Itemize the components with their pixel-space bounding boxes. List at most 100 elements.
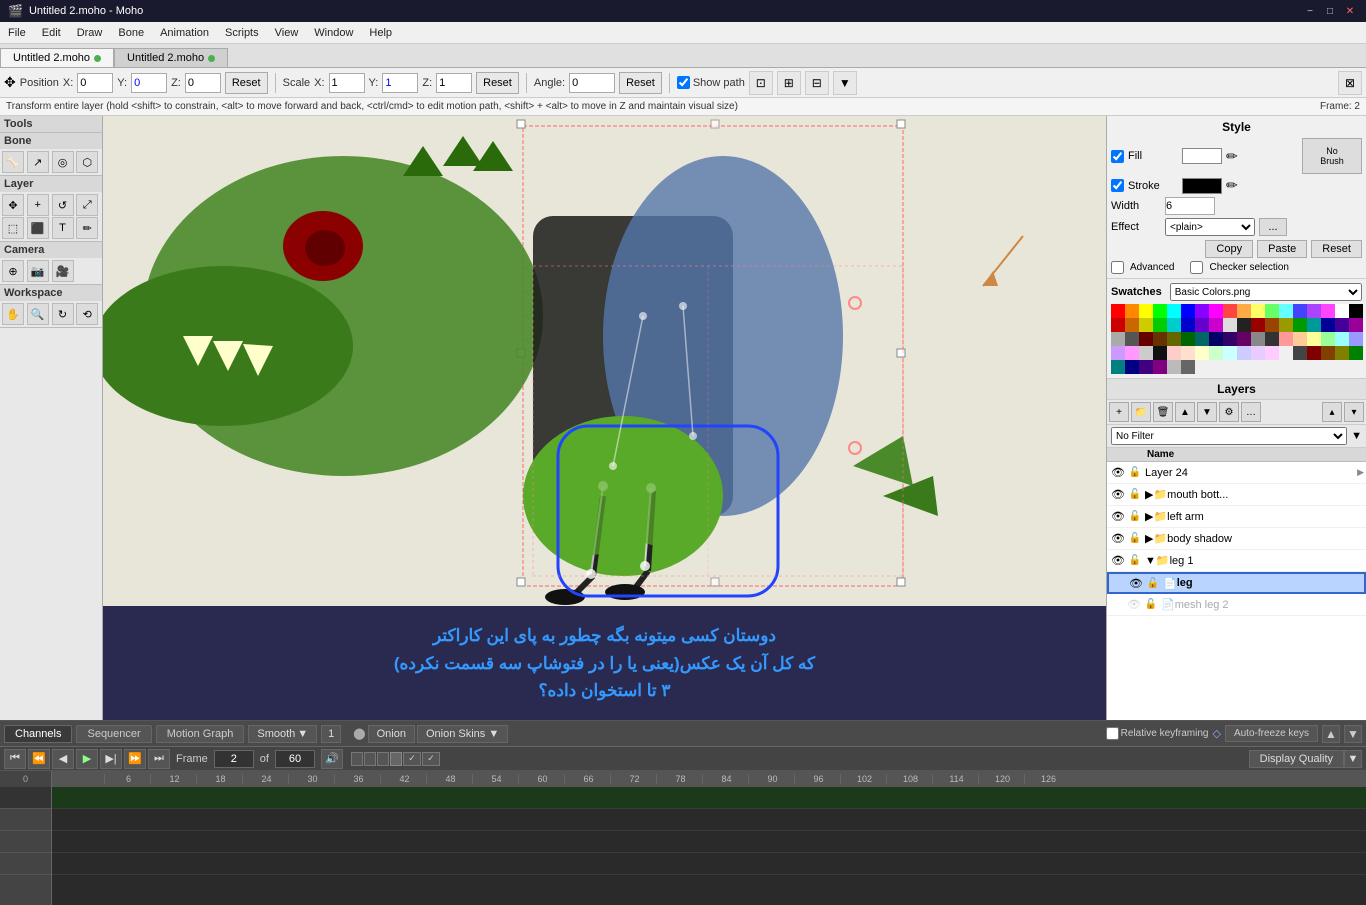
bone-tool-3[interactable]: ◎	[52, 151, 74, 173]
layer-row-bodyshadow[interactable]: 👁 🔓 ▶📁 body shadow	[1107, 528, 1366, 550]
layer-scroll-up[interactable]: ▴	[1322, 402, 1342, 422]
ws-tool-rotate[interactable]: ↻	[52, 303, 74, 325]
dq-arrow[interactable]: ▼	[1344, 750, 1362, 768]
menu-help[interactable]: Help	[361, 25, 400, 41]
toolbar-icon-2[interactable]: ⊞	[777, 71, 801, 95]
layer-row-mouthbott[interactable]: 👁 🔓 ▶📁 mouth bott...	[1107, 484, 1366, 506]
dq-label[interactable]: Display Quality	[1249, 750, 1344, 768]
color-cell-9[interactable]	[1237, 304, 1251, 318]
color-cell-4[interactable]	[1167, 304, 1181, 318]
fill-checkbox[interactable]	[1111, 150, 1124, 163]
color-cell-20[interactable]	[1139, 318, 1153, 332]
layer-tool-scale[interactable]: ⤢	[76, 194, 98, 216]
color-cell-59[interactable]	[1181, 346, 1195, 360]
color-cell-44[interactable]	[1223, 332, 1237, 346]
layer-settings-btn[interactable]: ⚙	[1219, 402, 1239, 422]
color-cell-25[interactable]	[1209, 318, 1223, 332]
menu-draw[interactable]: Draw	[69, 25, 111, 41]
color-cell-68[interactable]	[1307, 346, 1321, 360]
fill-edit-icon[interactable]: ✏	[1226, 148, 1238, 165]
layer-eye-7[interactable]: 👁	[1125, 596, 1143, 614]
color-cell-1[interactable]	[1125, 304, 1139, 318]
color-cell-65[interactable]	[1265, 346, 1279, 360]
color-cell-76[interactable]	[1167, 360, 1181, 374]
color-cell-10[interactable]	[1251, 304, 1265, 318]
onion-button[interactable]: Onion	[368, 725, 415, 743]
color-cell-43[interactable]	[1209, 332, 1223, 346]
show-path-group[interactable]: Show path	[677, 76, 745, 89]
sy-input[interactable]	[382, 73, 418, 93]
tab-motion-graph[interactable]: Motion Graph	[156, 725, 245, 743]
color-cell-54[interactable]	[1111, 346, 1125, 360]
color-cell-63[interactable]	[1237, 346, 1251, 360]
angle-input[interactable]	[569, 73, 615, 93]
toolbar-icon-3[interactable]: ⊟	[805, 71, 829, 95]
menu-view[interactable]: View	[267, 25, 307, 41]
pb-prev-frame[interactable]: ◀	[52, 749, 74, 769]
color-cell-11[interactable]	[1265, 304, 1279, 318]
color-cell-16[interactable]	[1335, 304, 1349, 318]
layer-down-btn[interactable]: ▼	[1197, 402, 1217, 422]
color-cell-40[interactable]	[1167, 332, 1181, 346]
color-cell-49[interactable]	[1293, 332, 1307, 346]
color-cell-72[interactable]	[1111, 360, 1125, 374]
show-path-checkbox[interactable]	[677, 76, 690, 89]
color-cell-13[interactable]	[1293, 304, 1307, 318]
color-cell-38[interactable]	[1139, 332, 1153, 346]
color-cell-2[interactable]	[1139, 304, 1153, 318]
smooth-num[interactable]: 1	[321, 725, 341, 743]
menu-scripts[interactable]: Scripts	[217, 25, 267, 41]
stroke-color-swatch[interactable]	[1182, 178, 1222, 194]
layer-tool-add[interactable]: +	[27, 194, 49, 216]
filter-select[interactable]: No Filter	[1111, 427, 1347, 445]
layer-eye-1[interactable]: 👁	[1109, 464, 1127, 482]
color-cell-66[interactable]	[1279, 346, 1293, 360]
color-cell-31[interactable]	[1293, 318, 1307, 332]
ws-tool-reset[interactable]: ⟲	[76, 303, 98, 325]
layer-row-layer24[interactable]: 👁 🔓 Layer 24 ▶	[1107, 462, 1366, 484]
color-cell-75[interactable]	[1153, 360, 1167, 374]
ws-tool-2[interactable]: 🔍	[27, 303, 49, 325]
menu-file[interactable]: File	[0, 25, 34, 41]
layer-delete-btn[interactable]: 🗑	[1153, 402, 1173, 422]
pb-next-key[interactable]: ⏩	[124, 749, 146, 769]
toolbar-right-icon[interactable]: ⊠	[1338, 71, 1362, 95]
color-cell-46[interactable]	[1251, 332, 1265, 346]
timeline-up-arrow[interactable]: ▲	[1322, 725, 1340, 743]
checker-checkbox[interactable]	[1190, 261, 1203, 274]
color-cell-18[interactable]	[1111, 318, 1125, 332]
pb-skip-end[interactable]: ⏭	[148, 749, 170, 769]
width-input[interactable]	[1165, 197, 1215, 215]
fill-color-swatch[interactable]	[1182, 148, 1222, 164]
layer-more-btn[interactable]: …	[1241, 402, 1261, 422]
color-cell-7[interactable]	[1209, 304, 1223, 318]
stroke-checkbox[interactable]	[1111, 179, 1124, 192]
layer-eye-5[interactable]: 👁	[1109, 552, 1127, 570]
layer-row-leftarm[interactable]: 👁 🔓 ▶📁 left arm	[1107, 506, 1366, 528]
x-input[interactable]	[77, 73, 113, 93]
copy-button[interactable]: Copy	[1205, 240, 1253, 258]
swatches-preset-select[interactable]: Basic Colors.png	[1170, 283, 1362, 301]
layer-scroll-down[interactable]: ▾	[1344, 402, 1364, 422]
tab-sequencer[interactable]: Sequencer	[76, 725, 151, 743]
layer-tool-6[interactable]: ⬛	[27, 217, 49, 239]
toolbar-dropdown[interactable]: ▼	[833, 71, 857, 95]
color-cell-47[interactable]	[1265, 332, 1279, 346]
effect-more-button[interactable]: ...	[1259, 218, 1287, 236]
tab-2[interactable]: Untitled 2.moho	[114, 48, 228, 67]
layer-eye-6[interactable]: 👁	[1127, 574, 1145, 592]
reset2-button[interactable]: Reset	[476, 72, 519, 94]
pb-audio[interactable]: 🔊	[321, 749, 343, 769]
color-cell-36[interactable]	[1111, 332, 1125, 346]
layer-eye-3[interactable]: 👁	[1109, 508, 1127, 526]
color-cell-14[interactable]	[1307, 304, 1321, 318]
layer-add-btn[interactable]: +	[1109, 402, 1129, 422]
color-cell-12[interactable]	[1279, 304, 1293, 318]
close-button[interactable]: ✕	[1342, 3, 1358, 19]
color-cell-55[interactable]	[1125, 346, 1139, 360]
color-cell-26[interactable]	[1223, 318, 1237, 332]
color-cell-60[interactable]	[1195, 346, 1209, 360]
preview-check2[interactable]: ✓	[422, 752, 440, 766]
total-frames-input[interactable]	[275, 750, 315, 768]
effect-select[interactable]: <plain>	[1165, 218, 1255, 236]
